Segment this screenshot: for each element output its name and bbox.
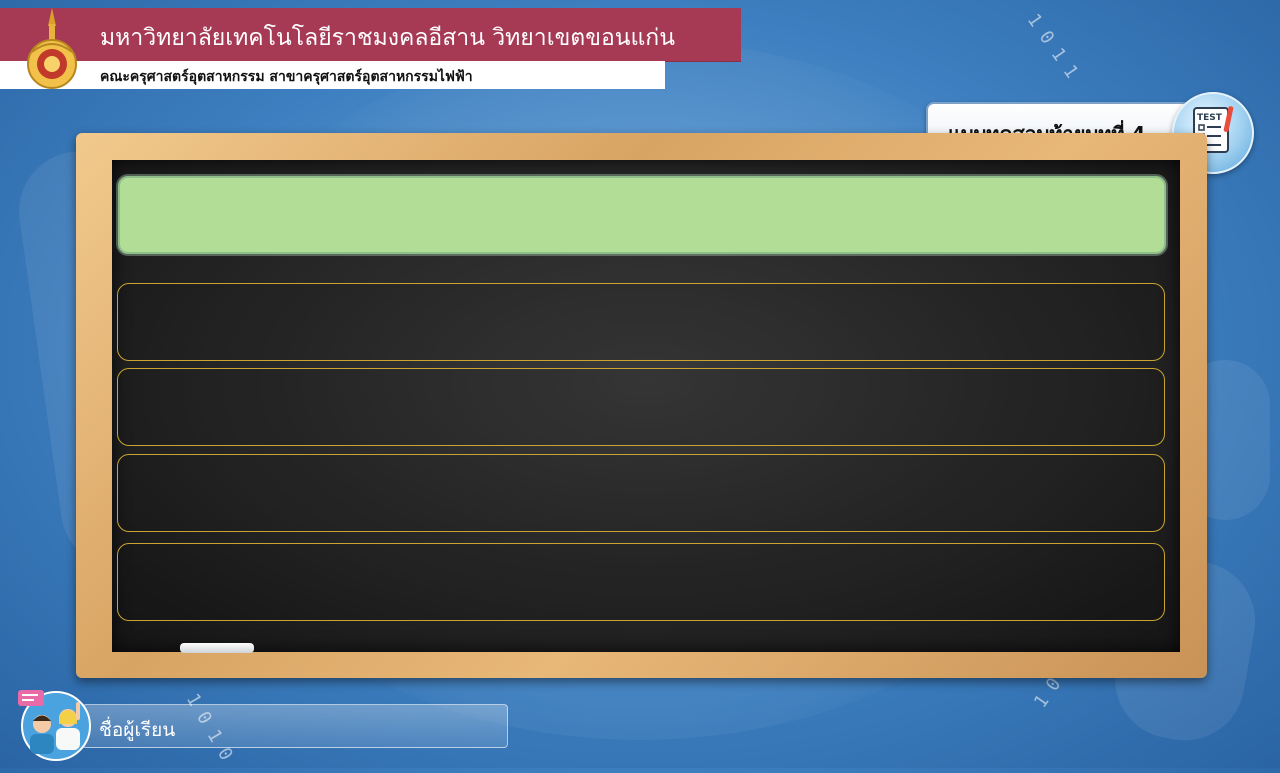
question-box: [118, 176, 1166, 254]
answer-choice-3[interactable]: [117, 454, 1165, 532]
answer-choice-4[interactable]: [117, 543, 1165, 621]
answer-choice-2[interactable]: [117, 368, 1165, 446]
background-binary: 1011: [1022, 10, 1088, 91]
answer-choice-1[interactable]: [117, 283, 1165, 361]
header-subbar: คณะครุศาสตร์อุตสาหกรรม สาขาครุศาสตร์อุตส…: [0, 61, 665, 89]
student-name-label: ชื่อผู้เรียน: [99, 719, 176, 741]
faculty-subtitle: คณะครุศาสตร์อุตสาหกรรม สาขาครุศาสตร์อุตส…: [100, 69, 473, 85]
test-icon-label: TEST: [1197, 113, 1223, 123]
university-title: มหาวิทยาลัยเทคโนโลยีราชมงคลอีสาน วิทยาเข…: [100, 25, 675, 51]
students-avatar-icon: [16, 688, 92, 762]
student-name-field[interactable]: ชื่อผู้เรียน: [82, 704, 508, 748]
header-bar: มหาวิทยาลัยเทคโนโลยีราชมงคลอีสาน วิทยาเข…: [0, 8, 741, 62]
chalk-piece: [180, 643, 254, 653]
university-logo: [26, 6, 78, 90]
